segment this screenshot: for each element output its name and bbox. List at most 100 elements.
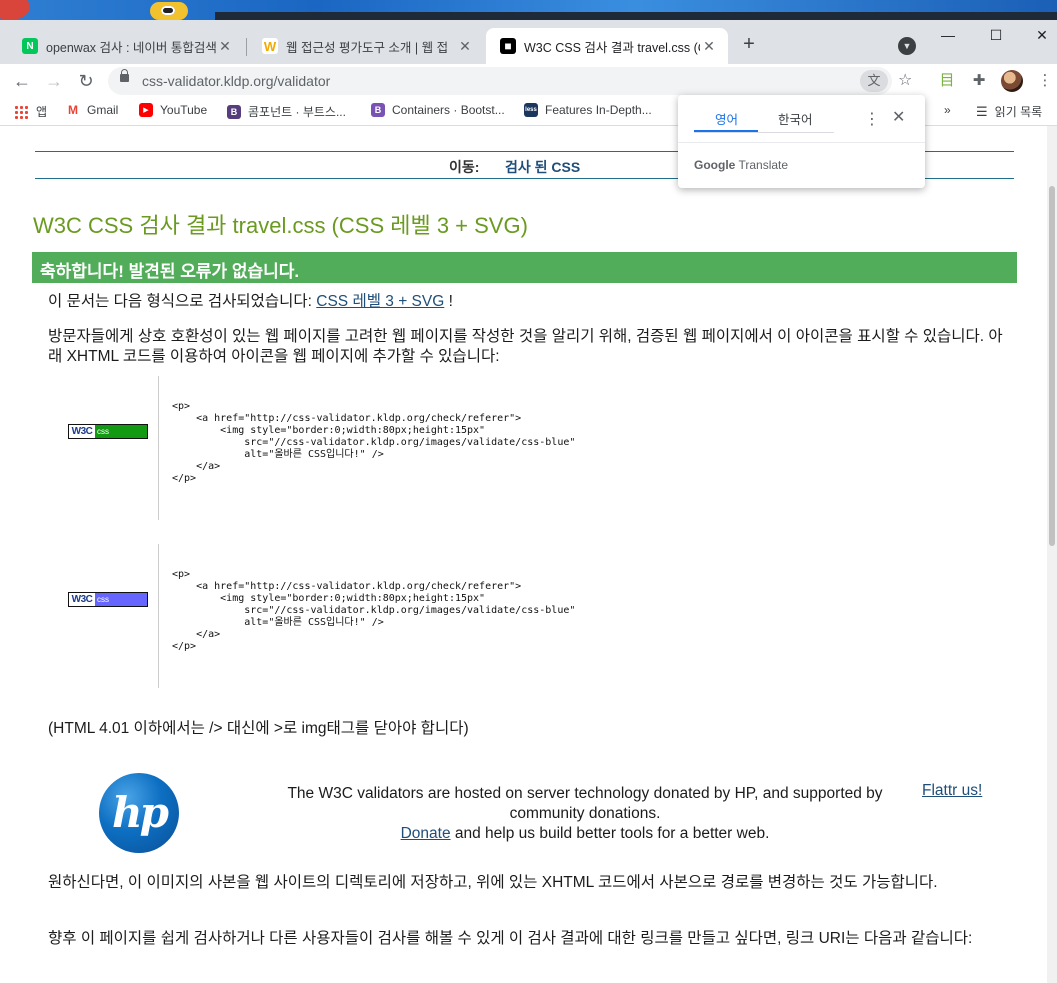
close-icon[interactable]: ✕ bbox=[700, 37, 718, 55]
tab-strip: N openwax 검사 : 네이버 통합검색 ✕ W 웹 접근성 평가도구 소… bbox=[0, 28, 1057, 64]
reading-list-label: 읽기 목록 bbox=[994, 105, 1043, 119]
tab-title: openwax 검사 : 네이버 통합검색 bbox=[46, 40, 216, 55]
desktop-icon bbox=[150, 2, 188, 20]
google-translate-brand: Google Translate bbox=[694, 158, 788, 172]
minimize-button[interactable]: — bbox=[925, 28, 971, 42]
translate-popup: 영어 한국어 ⋮ ✕ Google Translate bbox=[678, 95, 925, 188]
extension-ladder-icon[interactable]: 目 bbox=[936, 70, 958, 92]
code-snippet: <p> <a href="http://css-validator.kldp.o… bbox=[172, 401, 576, 484]
sponsor-line: The W3C validators are hosted on server … bbox=[287, 785, 883, 822]
lock-icon[interactable] bbox=[120, 69, 129, 82]
bootstrap-icon: B bbox=[227, 104, 241, 119]
bookmark-label: Containers · Bootst... bbox=[392, 103, 505, 117]
page-content: 이동: 검사 된 CSS W3C CSS 검사 결과 travel.css (C… bbox=[0, 126, 1047, 983]
bookmark-label: Gmail bbox=[87, 103, 119, 117]
jump-label: 이동: bbox=[449, 159, 480, 175]
bookmark-bootstrap-containers[interactable]: B Containers · Bootst... bbox=[371, 103, 505, 117]
html401-note: (HTML 4.01 이하에서는 /> 대신에 >로 img태그를 닫아야 합니… bbox=[48, 720, 469, 737]
badge-w3c-text: W3C bbox=[69, 425, 95, 438]
badge-css-text: css bbox=[95, 425, 147, 438]
donate-link[interactable]: Donate bbox=[401, 825, 451, 842]
active-tab-indicator bbox=[694, 130, 758, 132]
link-note: 향후 이 페이지를 쉽게 검사하거나 다른 사용자들이 검사를 해볼 수 있게 … bbox=[48, 930, 973, 947]
donate-suffix: and help us build better tools for a bet… bbox=[450, 825, 770, 842]
hp-logo[interactable]: hp bbox=[99, 773, 179, 853]
w-favicon-icon: W bbox=[262, 38, 278, 54]
target-language-tab[interactable]: 한국어 bbox=[778, 109, 813, 128]
sponsor-text: The W3C validators are hosted on server … bbox=[270, 784, 900, 844]
tab-search-icon[interactable]: ▼ bbox=[898, 37, 916, 55]
bookmark-label: 앱 bbox=[36, 105, 48, 119]
close-icon[interactable]: ✕ bbox=[216, 37, 234, 55]
bookmark-less-features[interactable]: less Features In-Depth... bbox=[524, 103, 652, 117]
bookmark-apps[interactable]: 앱 bbox=[14, 103, 47, 120]
icon-intro-text: 방문자들에게 상호 호환성이 있는 웹 페이지를 고려한 웹 페이지를 작성한 … bbox=[48, 328, 1003, 365]
browser-toolbar: ← → ↻ css-validator.kldp.org/validator 文… bbox=[0, 64, 1057, 98]
code-divider bbox=[158, 376, 159, 520]
avatar[interactable] bbox=[1001, 70, 1023, 92]
bookmark-label: 콤포넌트 · 부트스... bbox=[248, 105, 346, 119]
youtube-icon: ▶ bbox=[139, 103, 153, 117]
page-scrollbar[interactable] bbox=[1047, 126, 1057, 983]
close-icon[interactable]: ✕ bbox=[892, 107, 905, 127]
badge-css-text: css bbox=[95, 593, 147, 606]
less-icon: less bbox=[524, 103, 538, 117]
checked-suffix: ! bbox=[444, 293, 453, 310]
donate-line: Donate and help us build better tools fo… bbox=[270, 824, 900, 844]
reading-list-button[interactable]: ☰ 읽기 목록 bbox=[976, 103, 1042, 120]
success-banner: 축하합니다! 발견된 오류가 없습니다. bbox=[32, 252, 1017, 283]
reload-icon[interactable]: ↻ bbox=[74, 69, 98, 93]
scrollbar-thumb[interactable] bbox=[1049, 186, 1055, 546]
bookmark-youtube[interactable]: ▶ YouTube bbox=[139, 103, 207, 117]
validated-css-link[interactable]: 검사 된 CSS bbox=[505, 157, 580, 177]
tab-separator bbox=[246, 38, 247, 56]
w3c-favicon-icon: ■ bbox=[500, 38, 516, 54]
naver-favicon-icon: N bbox=[22, 38, 38, 54]
css-level-link[interactable]: CSS 레벨 3 + SVG bbox=[316, 293, 444, 310]
back-arrow-icon[interactable]: ← bbox=[10, 69, 34, 93]
bookmark-star-icon[interactable]: ☆ bbox=[898, 70, 912, 90]
browser-titlebar: N openwax 검사 : 네이버 통합검색 ✕ W 웹 접근성 평가도구 소… bbox=[0, 0, 1057, 64]
address-bar[interactable]: css-validator.kldp.org/validator 文 ☆ bbox=[108, 67, 912, 95]
w3c-css-badge-blue: W3C css bbox=[68, 592, 148, 607]
apps-grid-icon bbox=[14, 104, 28, 119]
desktop-taskbar bbox=[215, 12, 1057, 20]
bookmark-gmail[interactable]: M Gmail bbox=[66, 103, 118, 117]
checked-prefix: 이 문서는 다음 형식으로 검사되었습니다: bbox=[48, 293, 317, 310]
code-divider bbox=[158, 544, 159, 688]
tab-naver[interactable]: N openwax 검사 : 네이버 통합검색 ✕ bbox=[8, 28, 244, 64]
bookmarks-overflow-button[interactable]: » bbox=[944, 103, 951, 117]
popup-divider bbox=[678, 142, 925, 143]
maximize-button[interactable]: ☐ bbox=[973, 28, 1019, 42]
new-tab-button[interactable]: + bbox=[738, 34, 760, 56]
bookmark-label: YouTube bbox=[160, 103, 208, 117]
copy-note: 원하신다면, 이 이미지의 사본을 웹 사이트의 디렉토리에 저장하고, 위에 … bbox=[48, 874, 938, 891]
close-icon[interactable]: ✕ bbox=[456, 37, 474, 55]
bootstrap-icon: B bbox=[371, 103, 385, 117]
reading-list-icon: ☰ bbox=[976, 103, 988, 119]
checked-profile-text: 이 문서는 다음 형식으로 검사되었습니다: CSS 레벨 3 + SVG ! bbox=[48, 292, 453, 312]
more-menu-icon[interactable]: ⋮ bbox=[1034, 70, 1056, 92]
w3c-css-badge-green: W3C css bbox=[68, 424, 148, 439]
more-options-icon[interactable]: ⋮ bbox=[864, 109, 880, 129]
flattr-box: Flattr us! bbox=[922, 782, 982, 800]
code-snippet: <p> <a href="http://css-validator.kldp.o… bbox=[172, 569, 576, 652]
tab-underline-track bbox=[694, 132, 834, 133]
window-close-button[interactable]: ✕ bbox=[1019, 28, 1057, 42]
translate-brand: Translate bbox=[738, 158, 789, 172]
google-brand: Google bbox=[694, 158, 736, 172]
source-language-tab[interactable]: 영어 bbox=[715, 109, 738, 128]
url-text[interactable]: css-validator.kldp.org/validator bbox=[142, 73, 330, 89]
translate-icon[interactable]: 文 bbox=[860, 70, 888, 92]
badge-code-block-blue: W3C css <p> <a href="http://css-validato… bbox=[48, 544, 748, 688]
tab-accessibility[interactable]: W 웹 접근성 평가도구 소개 | 웹 접 ✕ bbox=[248, 28, 484, 64]
extensions-puzzle-icon[interactable]: ✚ bbox=[968, 70, 990, 92]
flattr-link[interactable]: Flattr us! bbox=[922, 782, 982, 799]
tab-css-validator[interactable]: ■ W3C CSS 검사 결과 travel.css (C ✕ bbox=[486, 28, 728, 64]
gmail-icon: M bbox=[66, 103, 80, 117]
forward-arrow-icon[interactable]: → bbox=[42, 69, 66, 93]
badge-w3c-text: W3C bbox=[69, 593, 95, 606]
tab-title: 웹 접근성 평가도구 소개 | 웹 접 bbox=[286, 40, 449, 55]
bookmark-bootstrap-components[interactable]: B 콤포넌트 · 부트스... bbox=[227, 103, 346, 120]
tab-title: W3C CSS 검사 결과 travel.css (C bbox=[524, 40, 700, 55]
